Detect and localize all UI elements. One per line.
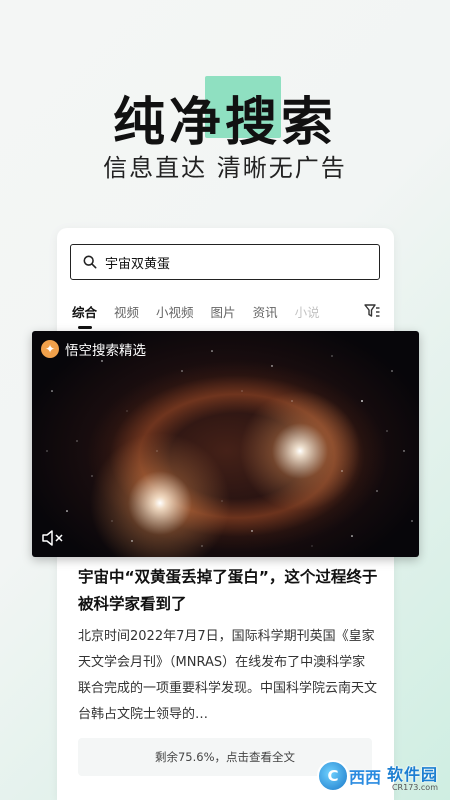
article-excerpt: 北京时间2022年7月7日，国际科学期刊英国《皇家天文学会月刊》（MNRAS）在… <box>78 629 378 722</box>
watermark-main-text: 软件园 <box>386 764 438 784</box>
wukong-logo-icon: ✦ <box>41 340 59 358</box>
featured-badge: ✦ 悟空搜索精选 <box>41 339 146 359</box>
tab-images[interactable]: 图片 <box>211 302 236 321</box>
search-input-box[interactable] <box>70 244 380 280</box>
watermark-left-text: 西西 <box>348 768 381 787</box>
hero-banner: 纯净搜索 信息直达 清晰无广告 <box>0 0 450 230</box>
tab-news[interactable]: 资讯 <box>253 302 278 321</box>
tab-novel[interactable]: 小说 <box>295 302 320 321</box>
search-icon <box>83 255 97 269</box>
watermark-sub-text: CR173.com <box>391 782 438 792</box>
tab-comprehensive[interactable]: 综合 <box>72 302 97 329</box>
hero-subline: 信息直达 清晰无广告 <box>103 154 347 182</box>
tab-video[interactable]: 视频 <box>114 302 139 321</box>
tab-short-video[interactable]: 小视频 <box>156 302 194 321</box>
mute-icon[interactable] <box>41 529 65 547</box>
category-tabs: 综合 视频 小视频 图片 资讯 小说 <box>72 296 382 329</box>
article-title[interactable]: 宇宙中“双黄蛋丢掉了蛋白”，这个过程终于被科学家看到了 <box>78 564 378 618</box>
watermark: C 西西 软件园 CR173.com <box>316 760 438 792</box>
filter-icon[interactable] <box>364 304 380 318</box>
featured-badge-label: 悟空搜索精选 <box>65 343 146 359</box>
watermark-logo-icon: C <box>316 760 349 792</box>
hero-headline: 纯净搜索 <box>112 93 337 153</box>
galaxy-image <box>46 350 413 547</box>
video-player[interactable]: ✦ 悟空搜索精选 <box>32 331 419 557</box>
search-input[interactable] <box>105 254 365 270</box>
